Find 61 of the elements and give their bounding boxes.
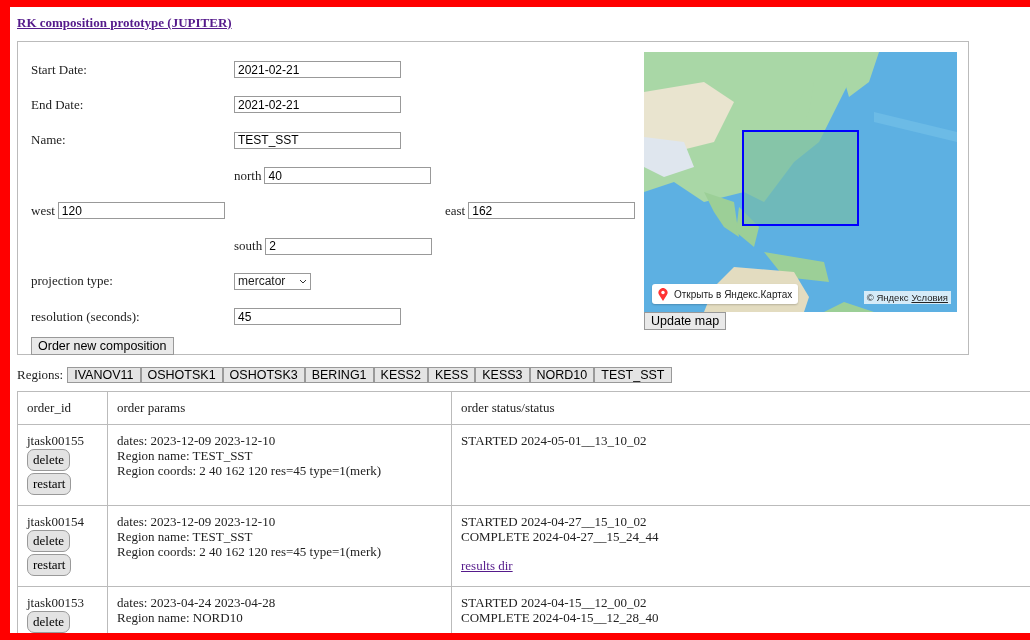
order-param: dates: 2023-12-09 2023-12-10 [117,514,277,529]
input-field[interactable]: 2 [265,237,433,255]
region-button[interactable]: OSHOTSK3 [222,367,305,383]
order-id: jtask00155 [27,433,86,448]
order-button[interactable]: Order new composition [31,337,174,356]
order-param: Region name: NORD10 [117,610,244,625]
update-map-button[interactable]: Update map [644,312,727,330]
order-status: STARTED 2024-04-27__15_10_02 [461,514,648,529]
field-label: west [31,202,55,219]
title-link[interactable]: RK composition prototype (JUPITER) [17,15,232,31]
regions-label: Regions: [17,367,64,383]
results-link[interactable]: results dir [461,558,513,573]
input-field[interactable]: 2021-02-21 [234,61,401,79]
map-pin-icon [658,287,668,301]
region-button[interactable]: TEST_SST [594,367,672,383]
column-header: order params [107,391,452,425]
order-action-button[interactable]: delete [27,530,71,552]
field-label: Start Date: [31,61,88,78]
terms-link[interactable]: Условия [911,292,948,303]
input-field[interactable]: 162 [468,202,636,220]
order-status: COMPLETE 2024-04-15__12_28_40 [461,610,660,625]
order-param: Region coords: 2 40 162 120 res=45 type=1(merk) [117,544,383,559]
projection-dropdown[interactable]: mercator [234,272,311,290]
order-status: COMPLETE 2024-04-27__15_24_44 [461,529,660,544]
field-label: south [234,238,263,255]
order-param: Region coords: 2 40 162 120 res=45 type=1(merk) [117,463,383,478]
order-param: dates: 2023-04-24 2023-04-28 [117,595,277,610]
order-id: jtask00154 [27,514,86,529]
input-field[interactable]: 2021-02-21 [234,96,401,114]
order-param: Region name: TEST_SST [117,529,254,544]
region-button[interactable]: OSHOTSK1 [140,367,223,383]
region-button[interactable]: KESS2 [373,367,428,383]
order-action-button[interactable]: delete [27,449,71,471]
input-field[interactable]: TEST_SST [234,131,401,149]
column-header: order status/status [451,391,1030,425]
field-label: north [234,167,262,184]
field-label: east [445,202,466,219]
order-id: jtask00153 [27,595,86,610]
input-field[interactable]: 120 [57,202,225,220]
column-header: order_id [17,391,108,425]
field-label: Name: [31,132,67,149]
open-map-button[interactable]: Открыть в Яндекс.Картах [652,284,799,304]
order-param: Region name: TEST_SST [117,448,254,463]
order-status: STARTED 2024-04-15__12_00_02 [461,595,648,610]
region-button[interactable]: IVANOV11 [67,367,141,383]
order-action-button[interactable]: delete [27,611,71,633]
chevron-icon [299,278,307,284]
order-action-button[interactable]: restart [27,473,72,495]
field-label: resolution (seconds): [31,308,141,325]
order-action-button[interactable]: restart [27,554,72,576]
region-button[interactable]: NORD10 [529,367,595,383]
region-button[interactable]: KESS [427,367,476,383]
order-status: STARTED 2024-05-01__13_10_02 [461,433,648,448]
order-param: dates: 2023-12-09 2023-12-10 [117,433,277,448]
input-field[interactable]: 40 [264,167,432,185]
region-button[interactable]: KESS3 [475,367,530,383]
copyright-text: © Яндекс [866,292,909,303]
field-label: projection type: [31,273,114,290]
input-field[interactable]: 45 [234,308,401,326]
field-label: End Date: [31,96,85,113]
region-button[interactable]: BERING1 [304,367,374,383]
